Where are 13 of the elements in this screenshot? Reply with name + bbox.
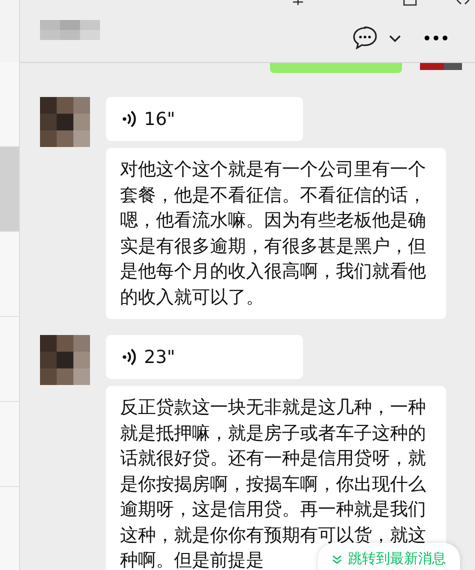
voice-message[interactable]: 23" (106, 335, 303, 379)
blurred-name (40, 20, 100, 40)
transcript-text: 对他这个这个就是有一个公司里有一个套餐，他是不看征信。不看征信的话，嗯，他看流水嘛。因为有些老板他是确实是有很多逾期，有很多甚是黑户，但是他每个月的收入很高啊，我们就看他的收入就可以了。 (106, 148, 446, 319)
voice-icon (122, 348, 136, 366)
close-icon[interactable] (456, 0, 470, 5)
minimize-icon[interactable] (292, 0, 304, 6)
more-icon[interactable] (424, 35, 448, 41)
voice-message[interactable]: 16" (106, 97, 303, 141)
double-chevron-down-icon (332, 554, 342, 564)
chevron-down-icon[interactable] (389, 35, 401, 43)
chat-bubble-icon[interactable] (352, 26, 378, 50)
voice-icon (122, 110, 136, 128)
maximize-icon[interactable] (403, 0, 417, 6)
